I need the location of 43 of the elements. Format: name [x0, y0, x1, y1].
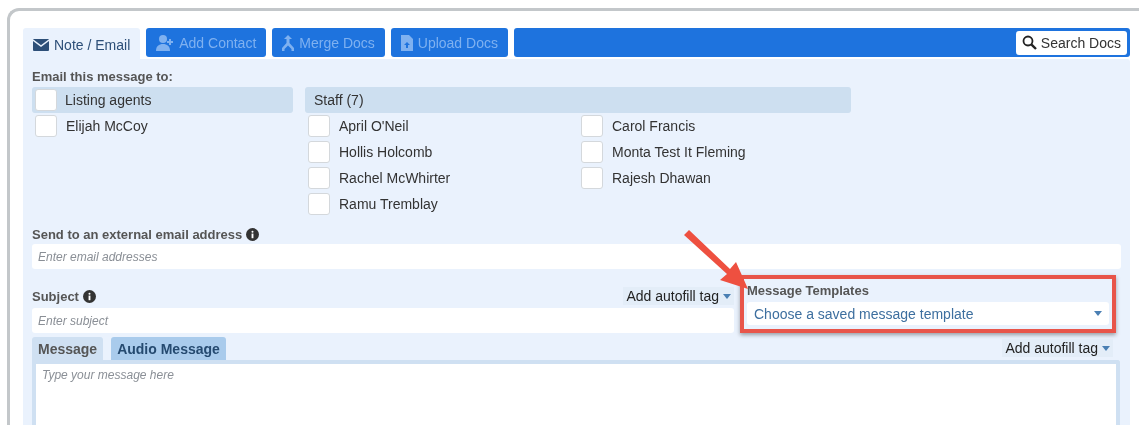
recipient-name: Carol Francis: [612, 118, 696, 134]
autofill-dropdown[interactable]: Add autofill tag: [623, 287, 734, 305]
checkbox[interactable]: [308, 115, 330, 137]
group-name: Staff (7): [314, 92, 364, 108]
checkbox[interactable]: [308, 141, 330, 163]
autofill-dropdown[interactable]: Add autofill tag: [1002, 339, 1113, 357]
search-icon: [1021, 35, 1037, 50]
checkbox[interactable]: [581, 141, 603, 163]
caret-icon: [1102, 345, 1110, 351]
subject-field[interactable]: Enter subject: [32, 308, 734, 333]
message-field[interactable]: Type your message here: [32, 360, 1120, 425]
recipient-name: Elijah McCoy: [66, 118, 148, 134]
email-field[interactable]: Enter email addresses: [32, 244, 1121, 269]
field-label: Message Templates: [747, 283, 869, 298]
tab[interactable]: Audio Message: [111, 337, 226, 360]
section-label: Email this message to:: [32, 69, 173, 84]
checkbox[interactable]: [581, 115, 603, 137]
group-name: Listing agents: [65, 92, 152, 108]
checkbox[interactable]: [35, 115, 57, 137]
caret-icon: [1094, 311, 1102, 316]
recipient-name: Rajesh Dhawan: [612, 170, 711, 186]
checkbox[interactable]: [308, 167, 330, 189]
recipient-name: Ramu Tremblay: [339, 196, 438, 212]
field-label: Subject: [32, 288, 79, 304]
checkbox[interactable]: [35, 89, 57, 111]
info-icon: [246, 228, 260, 241]
merge-icon: [282, 34, 295, 51]
recipient-name: Hollis Holcomb: [339, 144, 433, 160]
checkbox[interactable]: [308, 193, 330, 215]
recipient-name: April O'Neil: [339, 118, 409, 134]
caret-icon: [723, 293, 731, 299]
checkbox[interactable]: [581, 167, 603, 189]
envelope-icon: [33, 38, 49, 51]
document-icon: [400, 34, 413, 51]
recipient-name: Monta Test It Fleming: [612, 144, 746, 160]
tab[interactable]: Message: [32, 337, 104, 360]
template-dropdown[interactable]: Choose a saved message template: [747, 302, 1109, 325]
search-button[interactable]: Search Docs: [1015, 30, 1127, 55]
tab[interactable]: Note / Email: [23, 28, 141, 61]
recipient-name: Rachel McWhirter: [339, 170, 451, 186]
person-plus-icon: [156, 34, 175, 51]
field-label: Send to an external email address: [32, 227, 243, 242]
info-icon: [82, 289, 96, 303]
